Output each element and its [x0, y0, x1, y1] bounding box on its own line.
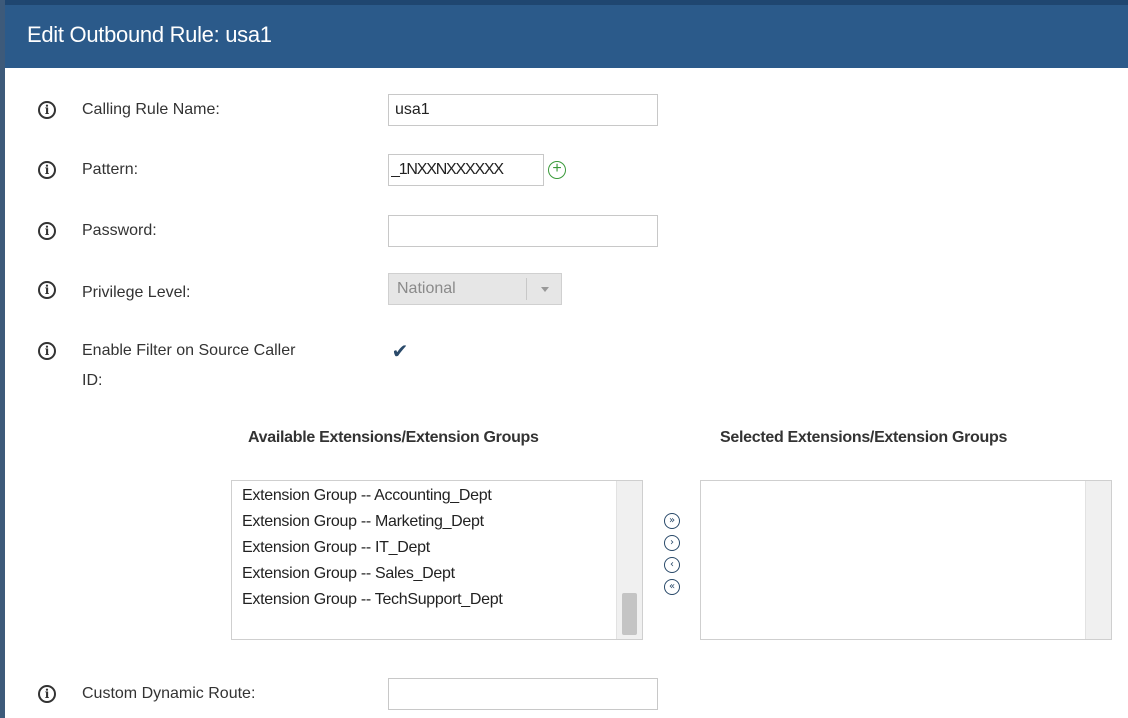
privilege-level-value: National: [397, 280, 456, 297]
list-item[interactable]: Extension Group -- Sales_Dept: [242, 561, 502, 587]
custom-dynamic-route-row: i Custom Dynamic Route:: [0, 677, 1128, 711]
pattern-label: Pattern:: [82, 161, 139, 178]
available-extensions-header: Available Extensions/Extension Groups: [248, 429, 539, 446]
info-icon[interactable]: i: [38, 161, 56, 179]
custom-dynamic-route-label: Custom Dynamic Route:: [82, 685, 256, 702]
enable-filter-label-line1: Enable Filter on Source Caller: [82, 342, 296, 359]
move-left-button[interactable]: ‹: [664, 557, 680, 573]
info-icon[interactable]: i: [38, 685, 56, 703]
selected-extensions-header: Selected Extensions/Extension Groups: [720, 429, 1008, 446]
calling-rule-name-label: Calling Rule Name:: [82, 101, 220, 118]
enable-filter-label: Enable Filter on Source Caller ID:: [82, 339, 295, 393]
enable-filter-row: i Enable Filter on Source Caller ID: ✔: [0, 339, 1128, 399]
list-item[interactable]: Extension Group -- Marketing_Dept: [242, 509, 502, 535]
dialog-header: Edit Outbound Rule: usa1: [5, 0, 1128, 68]
info-icon[interactable]: i: [38, 342, 56, 360]
move-all-left-button[interactable]: «: [664, 579, 680, 595]
password-row: i Password:: [0, 214, 1128, 248]
custom-dynamic-route-input[interactable]: [388, 678, 658, 710]
info-icon[interactable]: i: [38, 101, 56, 119]
password-label: Password:: [82, 222, 157, 239]
move-right-button[interactable]: ›: [664, 535, 680, 551]
privilege-level-row: i Privilege Level: National: [0, 273, 1128, 307]
list-item[interactable]: Extension Group -- Accounting_Dept: [242, 483, 502, 509]
select-divider: [526, 278, 527, 300]
scrollbar-thumb[interactable]: [622, 593, 637, 635]
add-pattern-icon[interactable]: +: [548, 161, 566, 179]
list-item[interactable]: Extension Group -- IT_Dept: [242, 535, 502, 561]
calling-rule-name-input[interactable]: [388, 94, 658, 126]
available-list-scrollbar[interactable]: [616, 481, 642, 639]
pattern-input[interactable]: [388, 154, 544, 186]
privilege-level-select[interactable]: National: [388, 273, 562, 305]
enable-filter-label-line2: ID:: [82, 372, 103, 389]
available-extensions-items: Extension Group -- Accounting_Dept Exten…: [242, 483, 503, 613]
enable-filter-checkbox[interactable]: ✔: [388, 341, 412, 363]
chevron-down-icon: [541, 287, 549, 292]
dialog-title: Edit Outbound Rule: usa1: [27, 22, 272, 47]
available-extensions-list[interactable]: Extension Group -- Accounting_Dept Exten…: [231, 480, 643, 640]
password-input[interactable]: [388, 215, 658, 247]
list-item[interactable]: Extension Group -- TechSupport_Dept: [242, 587, 503, 613]
selected-list-scrollbar[interactable]: [1085, 481, 1111, 639]
privilege-level-label: Privilege Level:: [82, 284, 191, 301]
calling-rule-name-row: i Calling Rule Name:: [0, 93, 1128, 127]
pattern-row: i Pattern: +: [0, 153, 1128, 187]
selected-extensions-list[interactable]: [700, 480, 1112, 640]
move-all-right-button[interactable]: »: [664, 513, 680, 529]
info-icon[interactable]: i: [38, 281, 56, 299]
info-icon[interactable]: i: [38, 222, 56, 240]
